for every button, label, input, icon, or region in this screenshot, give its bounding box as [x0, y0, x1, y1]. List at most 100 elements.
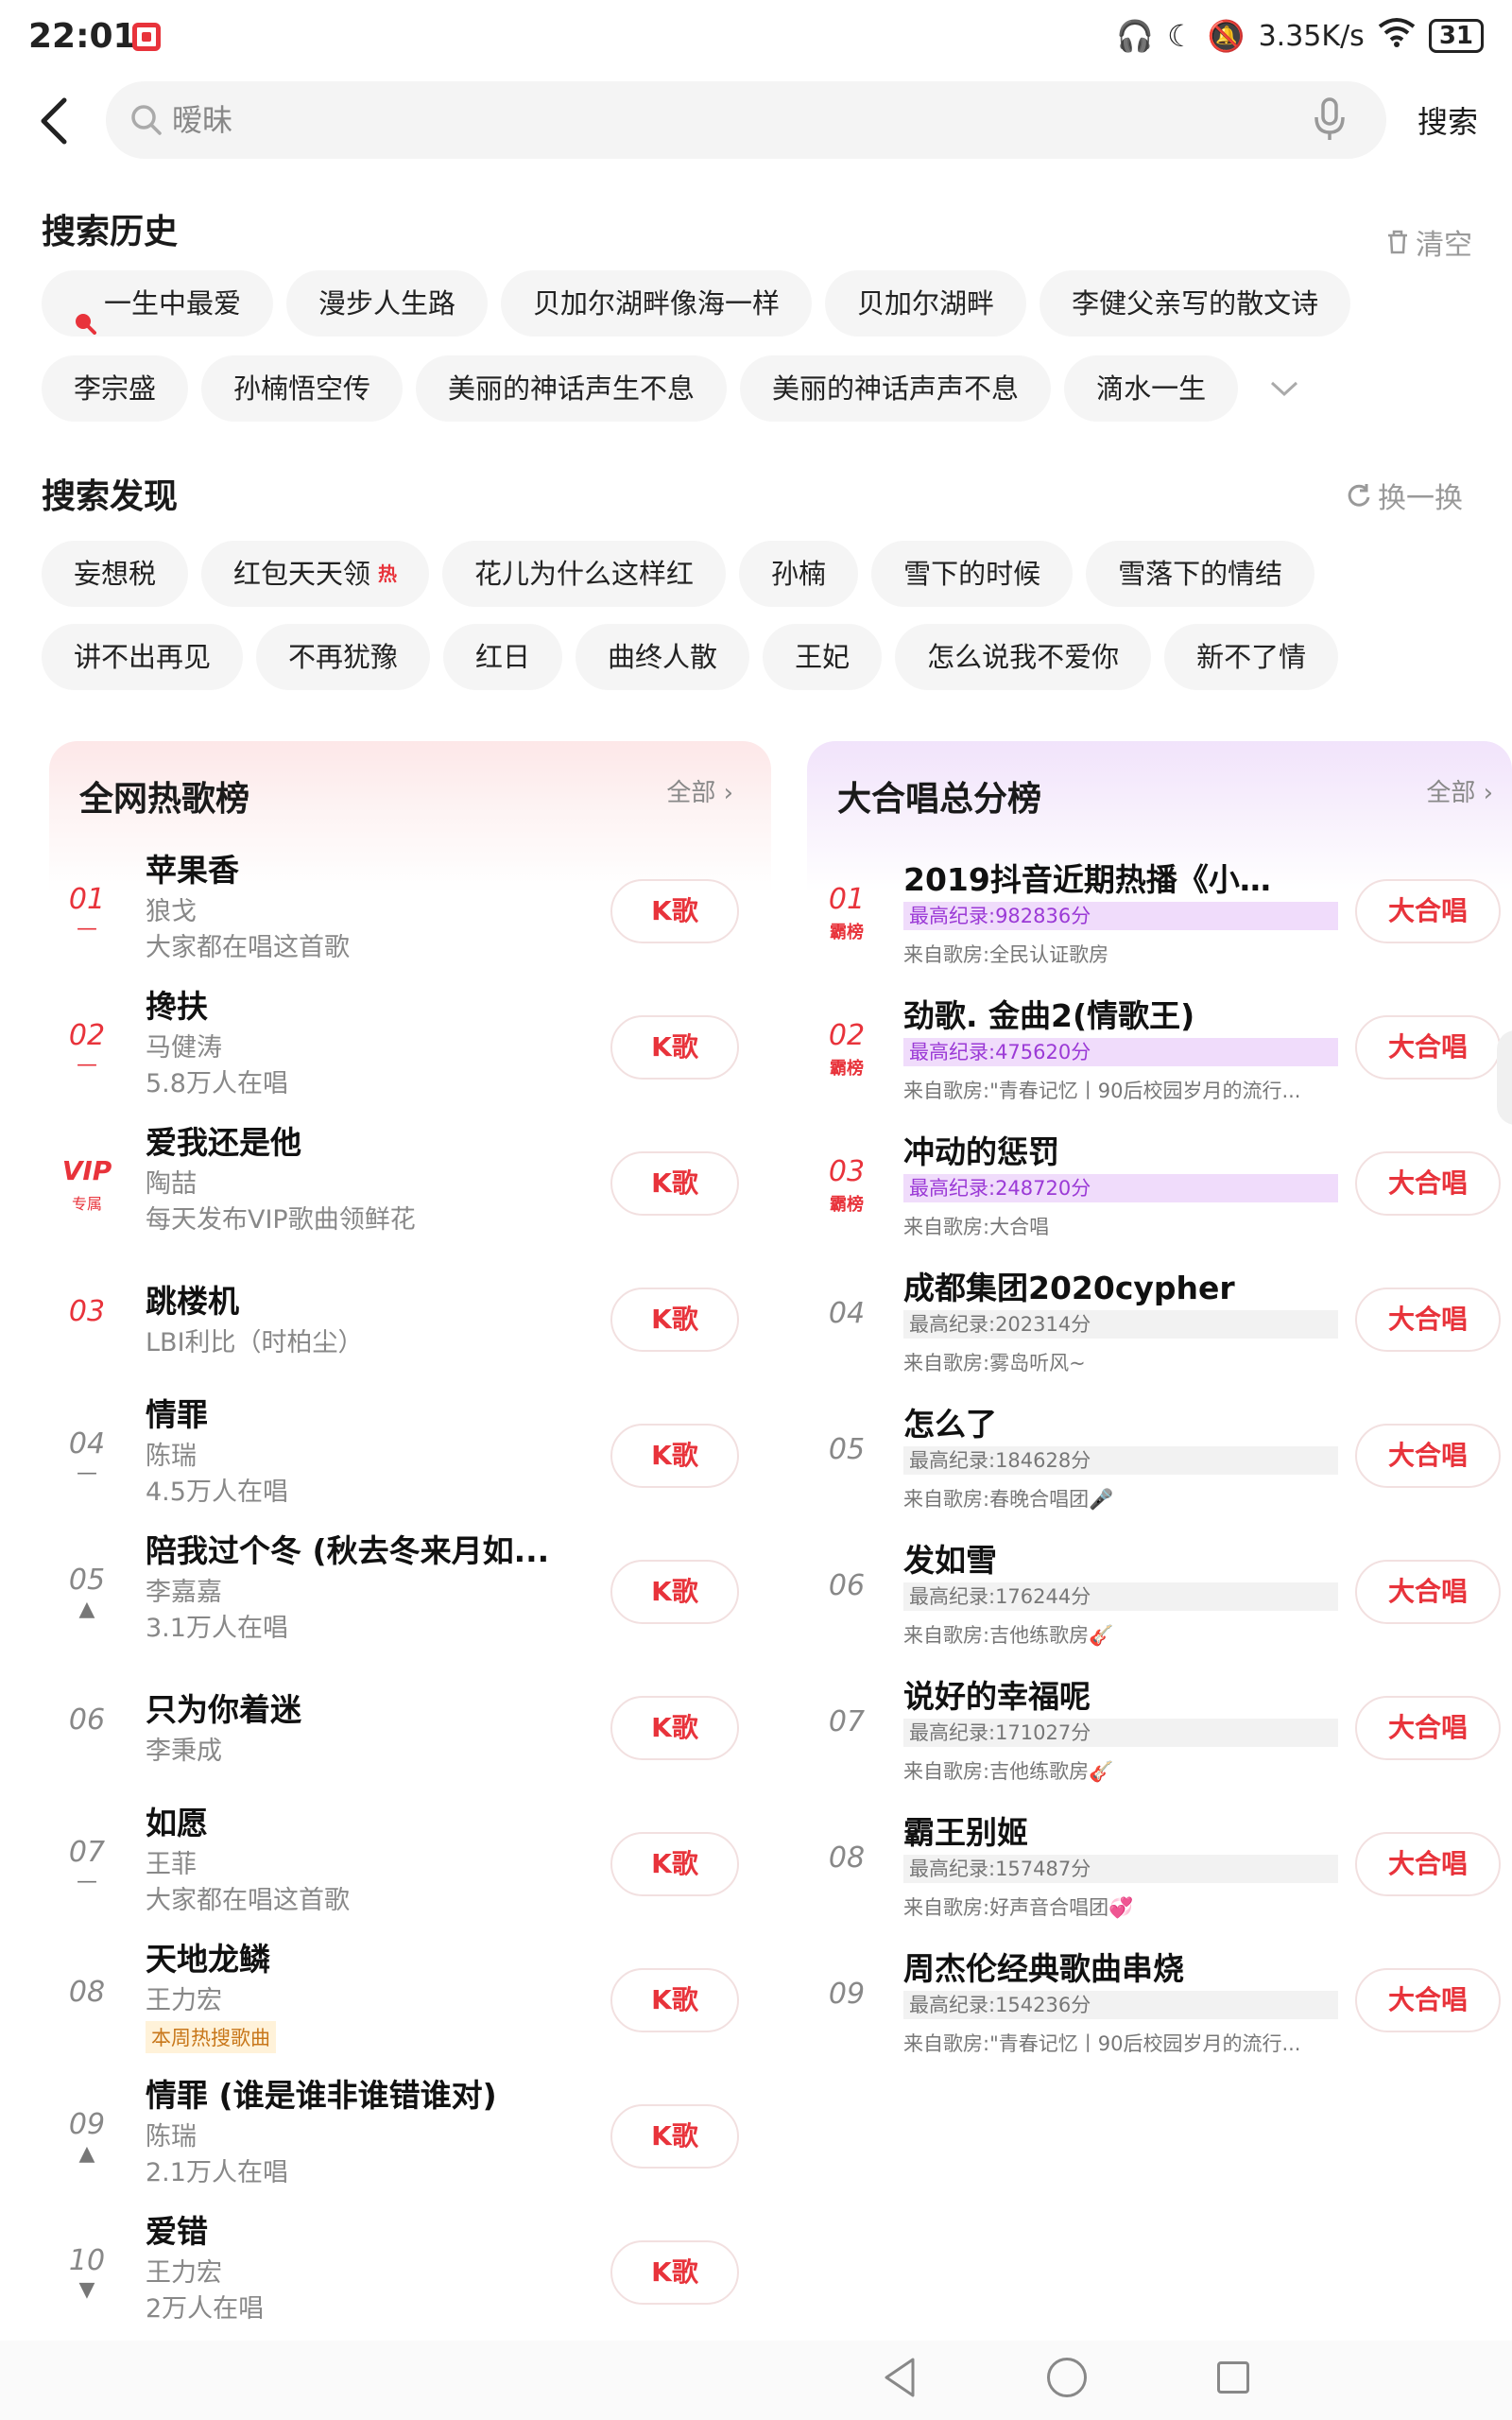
rank-number: 02 [68, 1019, 106, 1052]
high-score: 最高纪录:982836分 [903, 902, 1338, 930]
high-score: 最高纪录:154236分 [903, 1991, 1338, 2019]
sing-info: 大家都在唱这首歌 [146, 1886, 350, 1915]
karaoke-button[interactable]: K歌 [610, 1968, 739, 2032]
status-icons: 🎧 ☾ 🔕 3.35K/s 31 [1116, 17, 1484, 55]
chorus-button[interactable]: 大合唱 [1355, 1288, 1501, 1352]
artist-name: 李秉成 [146, 1737, 222, 1766]
discover-chip[interactable]: 新不了情 [1164, 624, 1339, 690]
chorus-chart-row[interactable]: 03 霸榜 冲动的惩罚 最高纪录:248720分 来自歌房:大合唱 大合唱 [807, 1123, 1512, 1259]
discover-chip[interactable]: 王妃 [763, 624, 883, 690]
history-chip[interactable]: 贝加尔湖畔 [825, 270, 1027, 337]
chorus-button[interactable]: 大合唱 [1355, 1696, 1501, 1760]
discover-chip[interactable]: 曲终人散 [576, 624, 750, 690]
hot-chart-row[interactable]: 05 ▲ 陪我过个冬 (秋去冬来月如... 李嘉嘉 3.1万人在唱 K歌 [49, 1522, 771, 1658]
chorus-button[interactable]: 大合唱 [1355, 1015, 1501, 1080]
karaoke-button[interactable]: K歌 [610, 1560, 739, 1624]
chorus-button[interactable]: 大合唱 [1355, 1968, 1501, 2032]
karaoke-button[interactable]: K歌 [610, 1424, 739, 1488]
hot-chart-row[interactable]: 01 — 苹果香 狼戈 大家都在唱这首歌 K歌 [49, 841, 771, 977]
chorus-chart-row[interactable]: 02 霸榜 劲歌. 金曲2(情歌王) 最高纪录:475620分 来自歌房:"青春… [807, 987, 1512, 1123]
history-chip[interactable]: 滴水一生 [1064, 355, 1239, 422]
hot-chart-row[interactable]: 02 — 搀扶 马健涛 5.8万人在唱 K歌 [49, 977, 771, 1114]
discover-chip[interactable]: 红包天天领热 [201, 541, 430, 607]
chevron-down-icon[interactable] [1251, 355, 1317, 422]
chorus-button[interactable]: 大合唱 [1355, 1424, 1501, 1488]
chorus-button[interactable]: 大合唱 [1355, 1151, 1501, 1216]
karaoke-button[interactable]: K歌 [610, 1288, 739, 1352]
karaoke-button[interactable]: K歌 [610, 1151, 739, 1216]
high-score: 最高纪录:176244分 [903, 1582, 1338, 1611]
karaoke-button[interactable]: K歌 [610, 2240, 739, 2305]
hot-chart-row[interactable]: 09 ▲ 情罪 (谁是谁非谁错谁对) 陈瑞 2.1万人在唱 K歌 [49, 2066, 771, 2203]
artist-name: 陶喆 [146, 1169, 197, 1199]
chorus-chart-row[interactable]: 07 说好的幸福呢 最高纪录:171027分 来自歌房:吉他练歌房🎸 大合唱 [807, 1668, 1512, 1804]
history-chip[interactable]: 李健父亲写的散文诗 [1040, 270, 1351, 337]
song-title: 如愿 [146, 1805, 208, 1841]
nav-recents-icon[interactable] [1217, 2361, 1249, 2394]
discover-chip[interactable]: 妄想税 [42, 541, 189, 607]
chorus-chart-all-link[interactable]: 全部 › [1426, 773, 1493, 808]
hot-chart-row[interactable]: 06 只为你着迷 李秉成 K歌 [49, 1658, 771, 1794]
history-chip[interactable]: 贝加尔湖畔像海一样 [501, 270, 813, 337]
chorus-chart-row[interactable]: 04 成都集团2020cypher 最高纪录:202314分 来自歌房:雾岛听风… [807, 1259, 1512, 1395]
nav-home-icon[interactable] [1047, 2358, 1087, 2397]
nav-back-icon[interactable] [881, 2356, 919, 2403]
discover-chip[interactable]: 花儿为什么这样红 [442, 541, 727, 607]
karaoke-button[interactable]: K歌 [610, 2104, 739, 2169]
karaoke-button[interactable]: K歌 [610, 1832, 739, 1896]
song-title: 劲歌. 金曲2(情歌王) [903, 997, 1195, 1034]
discover-chip[interactable]: 不再犹豫 [256, 624, 431, 690]
chip-label: 贝加尔湖畔 [857, 287, 995, 320]
hot-chart-row[interactable]: 07 — 如愿 王菲 大家都在唱这首歌 K歌 [49, 1794, 771, 1930]
hot-chart-row[interactable]: 03 跳楼机 LBI利比（时柏尘） K歌 [49, 1250, 771, 1386]
clear-history-button[interactable]: 清空 [1385, 221, 1472, 263]
high-score: 最高纪录:184628分 [903, 1446, 1338, 1475]
chorus-button[interactable]: 大合唱 [1355, 1832, 1501, 1896]
karaoke-button[interactable]: K歌 [610, 1015, 739, 1080]
karaoke-button[interactable]: K歌 [610, 1696, 739, 1760]
chip-label: 讲不出再见 [74, 641, 212, 673]
discover-chip[interactable]: 雪落下的情结 [1086, 541, 1315, 607]
floating-side-widget[interactable] [1497, 1030, 1512, 1125]
chorus-button[interactable]: 大合唱 [1355, 1560, 1501, 1624]
chorus-chart-row[interactable]: 09 周杰伦经典歌曲串烧 最高纪录:154236分 来自歌房:"青春记忆丨90后… [807, 1940, 1512, 2076]
chip-label: 漫步人生路 [318, 287, 456, 320]
hot-chart-all-link[interactable]: 全部 › [666, 773, 733, 808]
chorus-button[interactable]: 大合唱 [1355, 879, 1501, 943]
refresh-button[interactable]: 换一换 [1346, 475, 1463, 516]
song-title: 周杰伦经典歌曲串烧 [903, 1950, 1184, 1987]
history-chip[interactable]: 美丽的神话声声不息 [740, 355, 1052, 422]
history-chip[interactable]: 美丽的神话声生不息 [416, 355, 728, 422]
history-chip[interactable]: 漫步人生路 [286, 270, 489, 337]
back-button[interactable] [34, 95, 76, 147]
hot-chart-row[interactable]: 10 ▼ 爱错 王力宏 2万人在唱 K歌 [49, 2203, 771, 2339]
hot-chart-row[interactable]: 04 — 情罪 陈瑞 4.5万人在唱 K歌 [49, 1386, 771, 1522]
song-title: 陪我过个冬 (秋去冬来月如... [146, 1532, 550, 1569]
discover-chip[interactable]: 雪下的时候 [871, 541, 1074, 607]
rank-number: 04 [828, 1297, 866, 1330]
search-input[interactable] [172, 95, 1287, 146]
history-chip[interactable]: 孙楠悟空传 [201, 355, 404, 422]
rank-number: 03 [828, 1155, 866, 1188]
discover-chip[interactable]: 讲不出再见 [42, 624, 244, 690]
karaoke-button[interactable]: K歌 [610, 879, 739, 943]
song-title: 苹果香 [146, 852, 239, 889]
microphone-icon[interactable] [1311, 96, 1349, 144]
chorus-chart-row[interactable]: 05 怎么了 最高纪录:184628分 来自歌房:春晚合唱团🎤 大合唱 [807, 1395, 1512, 1531]
hot-chart-row[interactable]: 08 天地龙鳞 王力宏 本周热搜歌曲 K歌 [49, 1930, 771, 2066]
discover-chip[interactable]: 红日 [443, 624, 563, 690]
hot-chart-row-vip[interactable]: VIP 专属 爱我还是他 陶喆 每天发布VIP歌曲领鲜花 K歌 [49, 1114, 771, 1250]
chorus-chart-row[interactable]: 01 霸榜 2019抖音近期热播《小阿... 最高纪录:982836分 来自歌房… [807, 851, 1512, 987]
history-chip[interactable]: 一生中最爱 [42, 270, 274, 337]
status-time: 22:01 [28, 17, 137, 56]
discover-chip[interactable]: 怎么说我不爱你 [895, 624, 1152, 690]
history-chip[interactable]: 李宗盛 [42, 355, 189, 422]
history-title: 搜索历史 [42, 213, 179, 251]
trend-up-icon: ▲ [78, 1598, 95, 1621]
chorus-chart-row[interactable]: 06 发如雪 最高纪录:176244分 来自歌房:吉他练歌房🎸 大合唱 [807, 1531, 1512, 1668]
discover-chip[interactable]: 孙楠 [739, 541, 859, 607]
search-box[interactable] [106, 81, 1386, 159]
chorus-chart-row[interactable]: 08 霸王别姬 最高纪录:157487分 来自歌房:好声音合唱团💞 大合唱 [807, 1804, 1512, 1940]
search-button[interactable]: 搜索 [1418, 98, 1478, 142]
top-rank-label: 霸榜 [830, 1059, 864, 1079]
